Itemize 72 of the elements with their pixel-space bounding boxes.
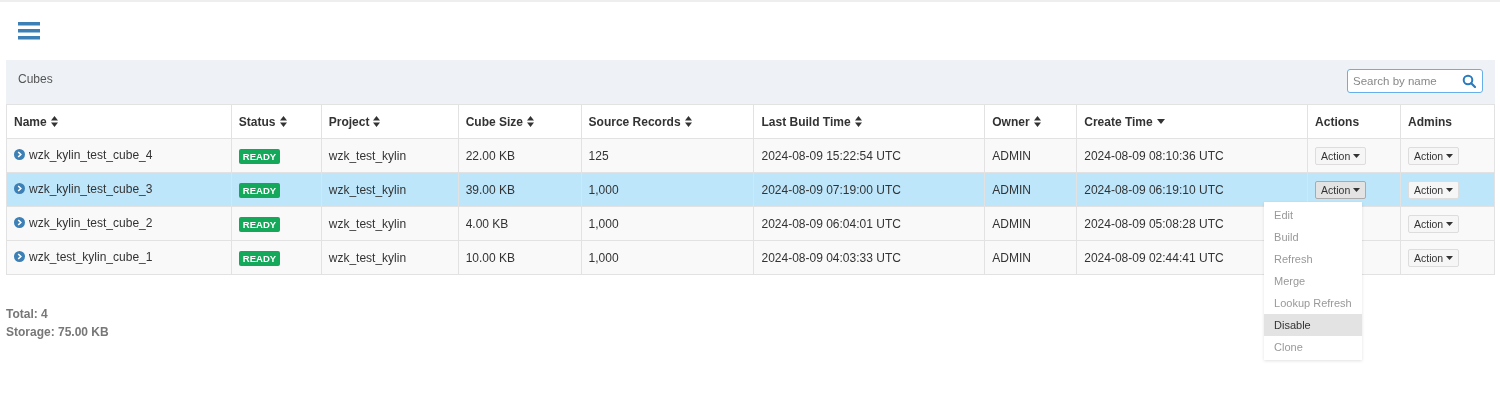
table-cell: 4.00 KB — [465, 216, 509, 231]
column-header: Admins — [1408, 114, 1452, 129]
table-cell: 2024-08-09 15:22:54 UTC — [761, 148, 901, 163]
storage-total: Storage: 75.00 KB — [6, 324, 109, 341]
caret-icon — [1353, 153, 1361, 158]
admin-action-dropdown[interactable]: Action — [1408, 248, 1460, 267]
table-cell: wzk_kylin_test_cube_3 — [29, 181, 153, 196]
status-badge: READY — [238, 148, 281, 164]
table-cell: 10.00 KB — [465, 250, 516, 265]
table-cell: wzk_kylin_test_cube_4 — [29, 147, 153, 162]
caret-icon — [1446, 153, 1454, 158]
table-cell: 1,000 — [588, 216, 619, 231]
table-cell: ADMIN — [992, 250, 1031, 265]
table-cell: 39.00 KB — [465, 182, 516, 197]
table-cell: 125 — [588, 148, 609, 163]
table-cell: wzk_kylin_test_cube_2 — [29, 215, 153, 230]
table-cell: 2024-08-09 06:19:10 UTC — [1084, 182, 1224, 197]
panel-title: Cubes — [18, 72, 53, 86]
menu-item[interactable]: Disable — [1264, 314, 1363, 336]
total-count: Total: 4 — [6, 306, 48, 323]
table-cell: wzk_test_kylin — [328, 148, 407, 163]
expand-icon[interactable] — [14, 251, 25, 263]
table-cell: 2024-08-09 02:44:41 UTC — [1084, 250, 1224, 265]
admin-action-dropdown[interactable]: Action — [1408, 146, 1460, 165]
status-badge: READY — [238, 216, 281, 232]
status-badge: READY — [238, 182, 281, 198]
column-header: Actions — [1315, 114, 1360, 129]
table-cell: ADMIN — [992, 148, 1031, 163]
admin-action-dropdown[interactable]: Action — [1408, 180, 1460, 199]
table-cell: wzk_test_kylin — [328, 216, 407, 231]
search-icon — [1462, 74, 1476, 88]
sort-icon[interactable] — [1033, 116, 1041, 127]
column-header[interactable]: Name — [14, 114, 47, 129]
table-cell: ADMIN — [992, 216, 1031, 231]
expand-icon[interactable] — [14, 183, 25, 195]
expand-icon[interactable] — [14, 217, 25, 229]
table-cell: wzk_test_kylin — [328, 250, 407, 265]
search-field[interactable]: Search by name — [1347, 69, 1483, 93]
sort-icon[interactable] — [684, 116, 692, 127]
column-header[interactable]: Last Build Time — [761, 114, 851, 129]
column-header[interactable]: Project — [328, 114, 370, 129]
table-cell: 2024-08-09 04:03:33 UTC — [761, 250, 901, 265]
action-dropdown[interactable]: Action — [1315, 180, 1367, 199]
sort-icon[interactable] — [527, 116, 535, 127]
expand-icon[interactable] — [14, 149, 25, 161]
column-header[interactable]: Status — [238, 114, 276, 129]
table-cell: wzk_test_kylin — [328, 182, 407, 197]
caret-icon — [1446, 221, 1454, 226]
sort-desc-icon[interactable] — [1156, 119, 1165, 124]
table-cell: 2024-08-09 05:08:28 UTC — [1084, 216, 1224, 231]
table-cell: 1,000 — [588, 182, 619, 197]
caret-icon — [1353, 187, 1361, 192]
column-header[interactable]: Create Time — [1084, 114, 1153, 129]
action-dropdown[interactable]: Action — [1315, 146, 1367, 165]
table-cell: ADMIN — [992, 182, 1031, 197]
caret-icon — [1446, 187, 1454, 192]
menu-icon[interactable] — [18, 22, 40, 40]
sort-icon[interactable] — [373, 116, 381, 127]
status-badge: READY — [238, 250, 281, 266]
sort-icon[interactable] — [854, 116, 862, 127]
column-header[interactable]: Owner — [992, 114, 1030, 129]
caret-icon — [1446, 255, 1454, 260]
admin-action-dropdown[interactable]: Action — [1408, 214, 1460, 233]
table-cell: 22.00 KB — [465, 148, 516, 163]
sort-icon[interactable] — [279, 116, 287, 127]
table-cell: 2024-08-09 07:19:00 UTC — [761, 182, 901, 197]
table-cell: 2024-08-09 06:04:01 UTC — [761, 216, 901, 231]
table-cell: 1,000 — [588, 250, 619, 265]
table-cell: 2024-08-09 08:10:36 UTC — [1084, 148, 1224, 163]
table-row[interactable]: wzk_kylin_test_cube_4 READY wzk_test_kylin 22.00 KB 125 2024-08-09 15:22:54 UTC ADMIN 2024-08-09 08:10:36 UTC Action Action — [6, 138, 1495, 173]
table-cell: wzk_test_kylin_cube_1 — [29, 249, 153, 264]
sort-icon[interactable] — [50, 116, 58, 127]
